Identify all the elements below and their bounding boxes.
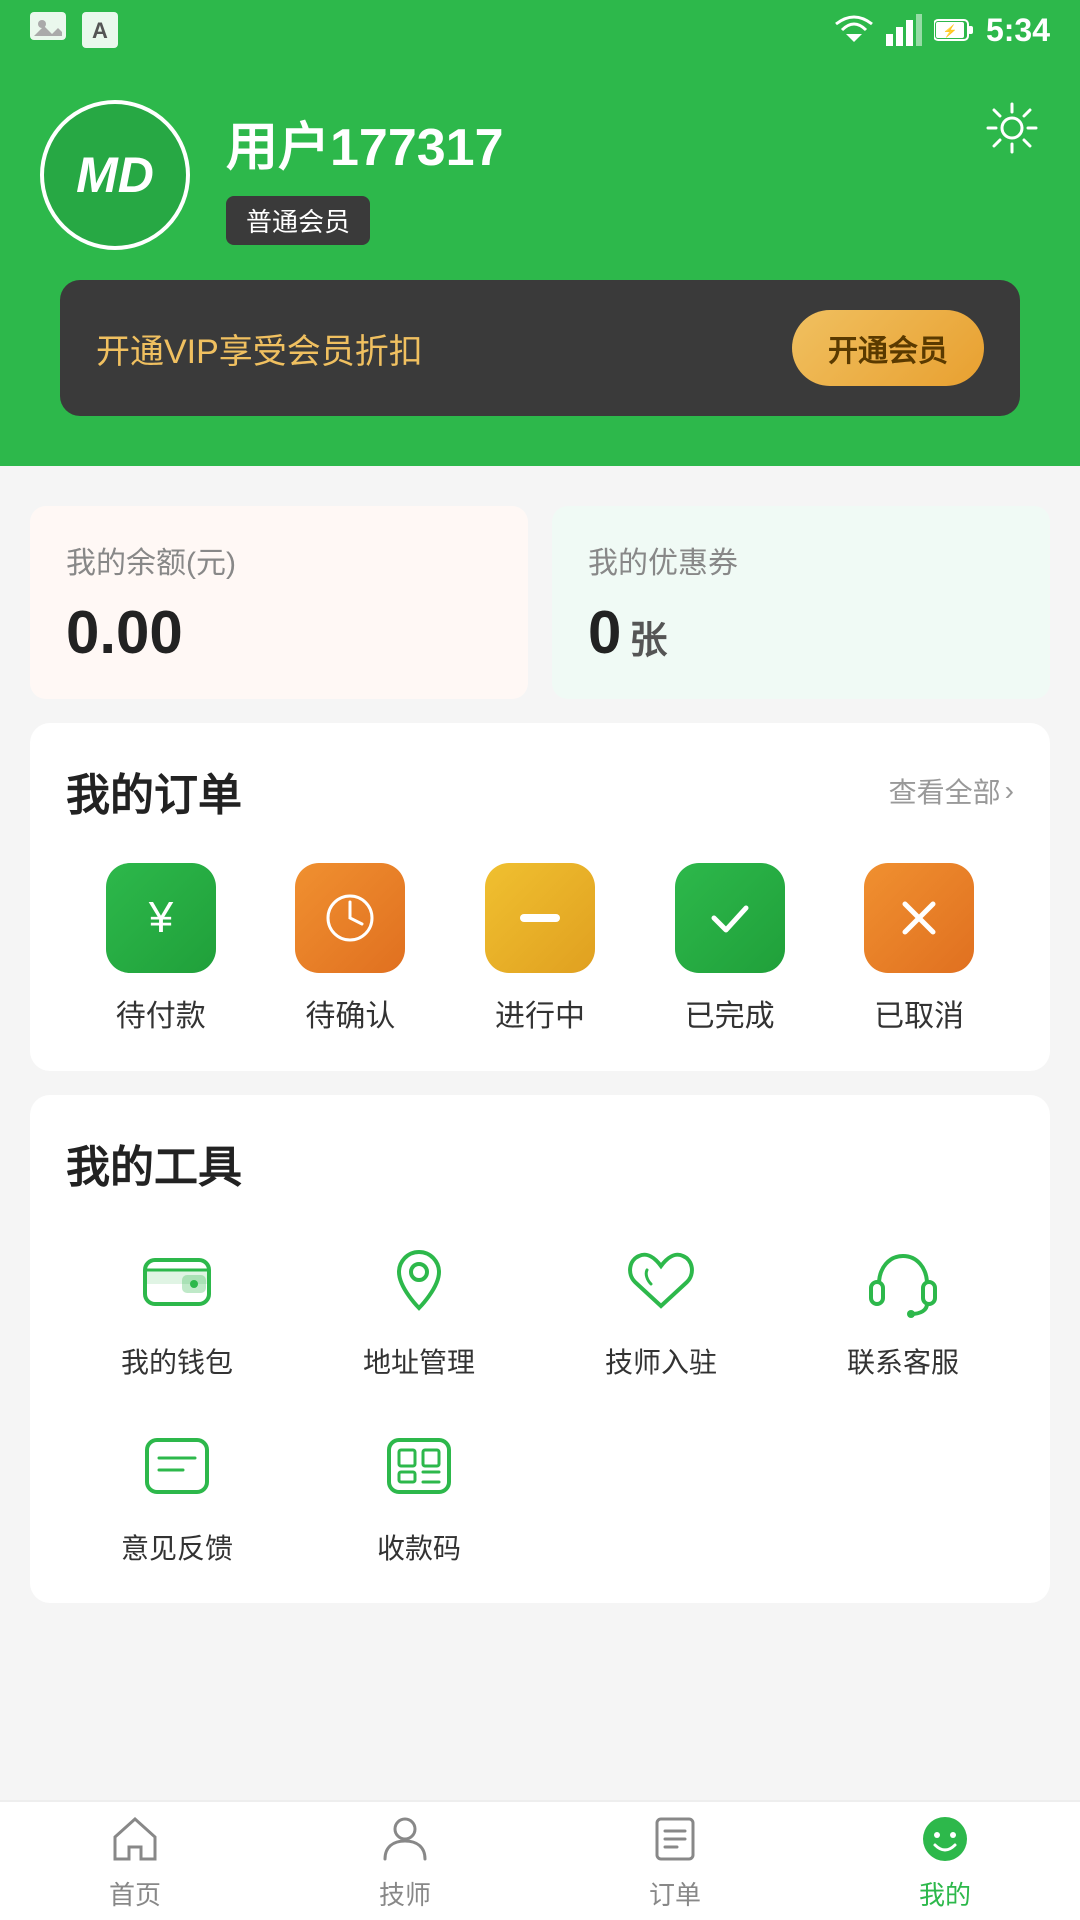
wallet-icon <box>132 1235 222 1325</box>
status-bar: A ⚡ 5:34 <box>0 0 1080 60</box>
tool-label-service: 联系客服 <box>847 1341 959 1381</box>
order-label-3: 已完成 <box>685 991 775 1035</box>
nav-label-home: 首页 <box>109 1875 161 1912</box>
vip-text: 开通VIP享受会员折扣 <box>96 324 423 373</box>
profile-row: MD 用户177317 普通会员 <box>40 100 1040 250</box>
tool-qrcode[interactable]: 收款码 <box>308 1421 530 1567</box>
member-badge: 普通会员 <box>226 196 370 245</box>
order-item-cancelled[interactable]: 已取消 <box>864 863 974 1035</box>
balance-value: 0.00 <box>66 598 492 667</box>
tools-grid-row1: 我的钱包 地址管理 <box>66 1235 1014 1381</box>
order-icon-check <box>675 863 785 973</box>
nav-item-orders[interactable]: 订单 <box>647 1811 703 1912</box>
bottom-nav: 首页 技师 订单 <box>0 1800 1080 1920</box>
order-icon-money: ¥ <box>106 863 216 973</box>
heart-icon <box>616 1235 706 1325</box>
person-icon <box>377 1811 433 1867</box>
settings-button[interactable] <box>984 100 1040 156</box>
tool-address[interactable]: 地址管理 <box>308 1235 530 1381</box>
tool-label-feedback: 意见反馈 <box>121 1527 233 1567</box>
order-label-1: 待确认 <box>305 991 395 1035</box>
coupon-label: 我的优惠券 <box>588 538 1014 582</box>
coupon-card[interactable]: 我的优惠券 0张 <box>552 506 1050 699</box>
nav-item-home[interactable]: 首页 <box>107 1811 163 1912</box>
vip-banner-wrapper: 开通VIP享受会员折扣 开通会员 <box>0 280 1080 466</box>
time-display: 5:34 <box>986 12 1050 49</box>
feedback-icon <box>132 1421 222 1511</box>
status-icons-left: A <box>30 12 118 48</box>
svg-text:⚡: ⚡ <box>942 24 957 38</box>
nav-item-mine[interactable]: 我的 <box>917 1811 973 1912</box>
view-all-orders[interactable]: 查看全部 › <box>889 771 1014 811</box>
order-label-0: 待付款 <box>116 991 206 1035</box>
image-icon <box>30 12 66 48</box>
order-label-4: 已取消 <box>874 991 964 1035</box>
balance-cards: 我的余额(元) 0.00 我的优惠券 0张 <box>30 506 1050 699</box>
order-item-in-progress[interactable]: 进行中 <box>485 863 595 1035</box>
battery-icon: ⚡ <box>934 16 974 44</box>
tool-technician[interactable]: 技师入驻 <box>550 1235 772 1381</box>
vip-open-button[interactable]: 开通会员 <box>792 310 984 386</box>
balance-card[interactable]: 我的余额(元) 0.00 <box>30 506 528 699</box>
order-icon-clock <box>295 863 405 973</box>
wifi-icon <box>834 14 874 46</box>
coupon-value: 0张 <box>588 598 1014 667</box>
vip-banner: 开通VIP享受会员折扣 开通会员 <box>60 280 1020 416</box>
tool-wallet[interactable]: 我的钱包 <box>66 1235 288 1381</box>
order-item-completed[interactable]: 已完成 <box>675 863 785 1035</box>
order-icon-progress <box>485 863 595 973</box>
tool-feedback[interactable]: 意见反馈 <box>66 1421 288 1567</box>
order-item-pending-confirm[interactable]: 待确认 <box>295 863 405 1035</box>
tool-label-address: 地址管理 <box>363 1341 475 1381</box>
nav-item-technician[interactable]: 技师 <box>377 1811 433 1912</box>
main-content: 我的余额(元) 0.00 我的优惠券 0张 我的订单 查看全部 › ¥ <box>0 466 1080 1657</box>
status-icons-right: ⚡ 5:34 <box>834 12 1050 49</box>
headset-icon <box>858 1235 948 1325</box>
tool-label-qrcode: 收款码 <box>377 1527 461 1567</box>
location-icon <box>374 1235 464 1325</box>
tool-label-wallet: 我的钱包 <box>121 1341 233 1381</box>
orders-section: 我的订单 查看全部 › ¥ 待付款 <box>30 723 1050 1071</box>
order-icon-cross <box>864 863 974 973</box>
tools-grid-row2: 意见反馈 收款码 <box>66 1421 1014 1567</box>
svg-text:¥: ¥ <box>148 893 174 942</box>
nav-label-technician: 技师 <box>379 1875 431 1912</box>
order-label-2: 进行中 <box>495 991 585 1035</box>
tools-header: 我的工具 <box>66 1131 1014 1195</box>
home-icon <box>107 1811 163 1867</box>
face-icon <box>917 1811 973 1867</box>
tool-service[interactable]: 联系客服 <box>792 1235 1014 1381</box>
avatar: MD <box>40 100 190 250</box>
balance-label: 我的余额(元) <box>66 538 492 582</box>
order-icons: ¥ 待付款 待确认 <box>66 863 1014 1035</box>
orders-header: 我的订单 查看全部 › <box>66 759 1014 823</box>
tools-title: 我的工具 <box>66 1131 242 1195</box>
avatar-text: MD <box>76 146 154 204</box>
tools-section: 我的工具 我的钱包 <box>30 1095 1050 1603</box>
a-icon: A <box>82 12 118 48</box>
nav-label-mine: 我的 <box>919 1875 971 1912</box>
svg-text:A: A <box>92 18 108 43</box>
signal-icon <box>886 14 922 46</box>
profile-info: 用户177317 普通会员 <box>226 105 1040 245</box>
nav-label-orders: 订单 <box>649 1875 701 1912</box>
list-icon <box>647 1811 703 1867</box>
tool-label-technician: 技师入驻 <box>605 1341 717 1381</box>
qrcode-icon <box>374 1421 464 1511</box>
order-item-pending-payment[interactable]: ¥ 待付款 <box>106 863 216 1035</box>
header-section: MD 用户177317 普通会员 <box>0 60 1080 310</box>
orders-title: 我的订单 <box>66 759 242 823</box>
profile-name: 用户177317 <box>226 105 1040 180</box>
